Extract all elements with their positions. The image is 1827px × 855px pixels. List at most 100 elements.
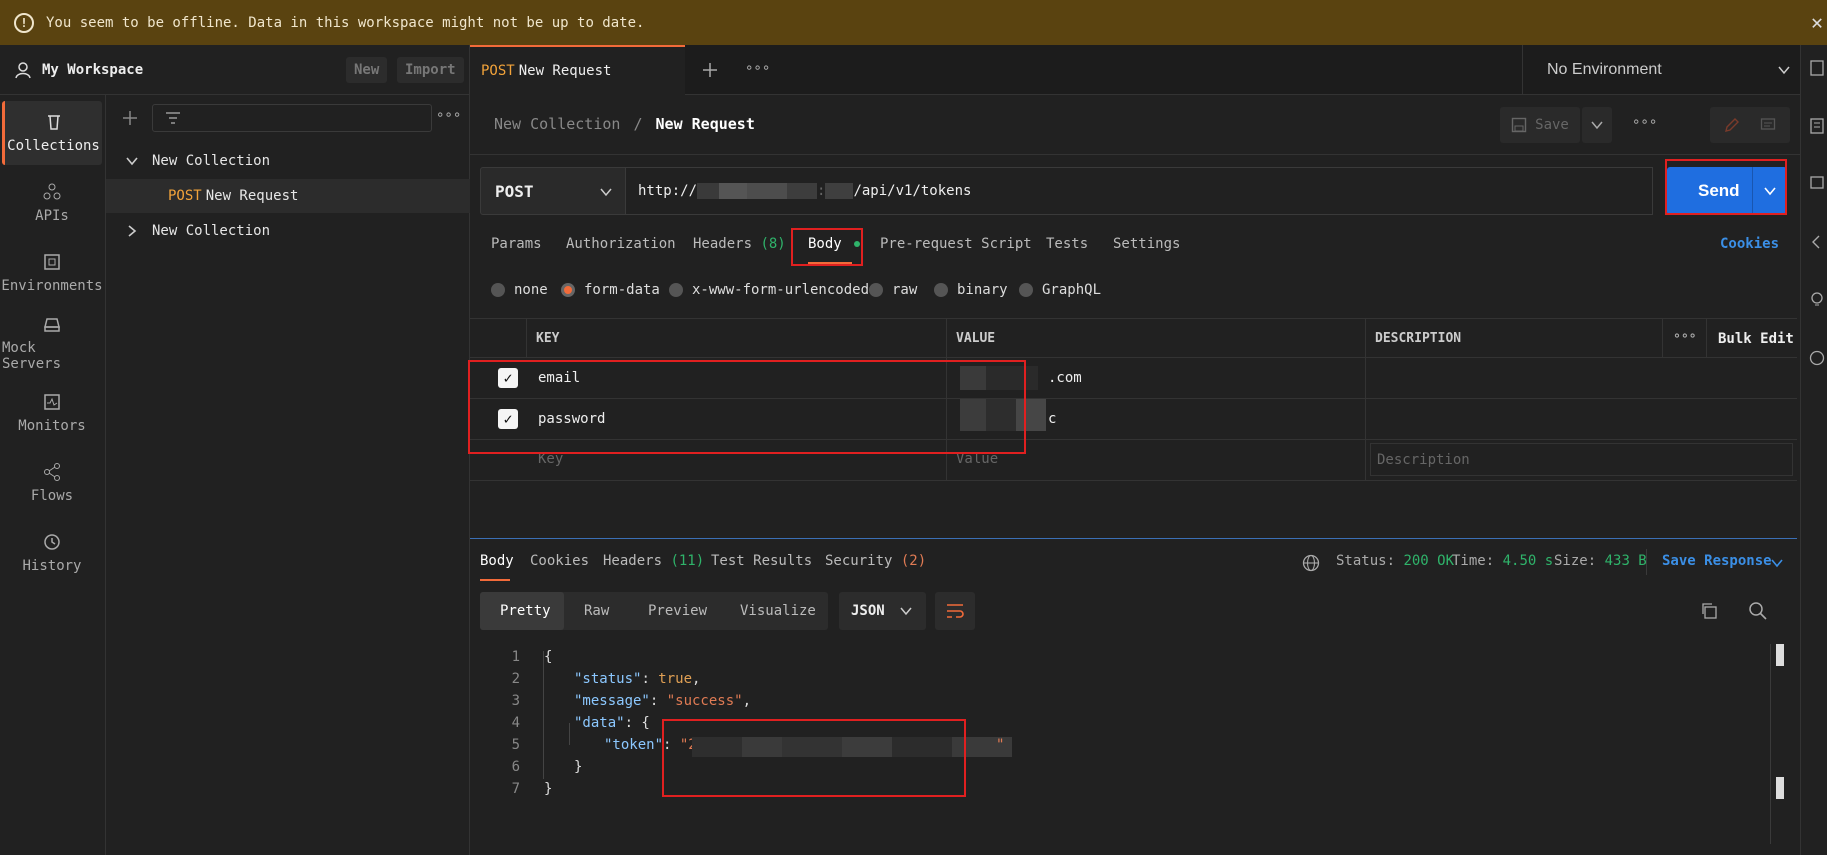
more-actions-icon[interactable]: ∘∘∘ [1632,114,1657,130]
tab-prerequest-script[interactable]: Pre-request Script [880,236,1032,252]
json-key: "token" [604,737,664,753]
save-options-button[interactable] [1582,107,1612,143]
tab-settings[interactable]: Settings [1113,236,1180,252]
info-panel-icon[interactable] [1809,117,1825,135]
rail-label: Collections [7,138,100,154]
search-icon[interactable] [1748,601,1768,621]
radio-label: form-data [584,282,660,298]
table-more-icon[interactable]: ∘∘∘ [1673,329,1696,344]
rail-apis[interactable]: APIs [2,171,102,235]
format-select[interactable]: JSON [839,592,926,630]
radio-binary[interactable]: binary [934,282,1008,298]
rail-history[interactable]: History [2,521,102,585]
new-button[interactable]: New [346,57,388,83]
info-icon[interactable] [1809,349,1825,367]
radio-graphql[interactable]: GraphQL [1019,282,1101,298]
response-code-editor[interactable]: 1 { 2 "status": true, 3 "message": "success… [470,643,1780,853]
close-icon[interactable]: ✕ [1811,10,1823,34]
chevron-down-icon[interactable] [1770,557,1784,569]
tree-collection[interactable]: New Collection [106,214,470,248]
plus-icon[interactable] [122,110,138,126]
response-tab-security[interactable]: Security (2) [825,553,926,569]
tab-tests[interactable]: Tests [1046,236,1088,252]
code-brace: } [574,759,583,775]
tab-authorization[interactable]: Authorization [566,236,676,252]
view-pretty[interactable]: Pretty [500,592,551,630]
rail-environments[interactable]: Environments [1,241,103,305]
cookies-link[interactable]: Cookies [1720,236,1779,252]
tab-headers[interactable]: Headers (8) [693,236,786,252]
new-tab-icon[interactable] [702,62,718,78]
globe-icon[interactable] [1302,554,1320,572]
rail-collections[interactable]: Collections [2,101,102,165]
filter-input[interactable] [152,104,432,132]
radio-x-www-form-urlencoded[interactable]: x-www-form-urlencoded [669,282,869,298]
history-icon [44,534,60,550]
redacted-host [787,183,818,199]
method-select[interactable]: POST [480,167,626,215]
environments-icon [44,254,60,270]
filter-icon [166,112,180,124]
radio-form-data[interactable]: form-data [561,282,660,298]
edit-toggle[interactable] [1710,107,1790,143]
import-button[interactable]: Import [397,57,464,83]
more-icon[interactable]: ∘∘∘ [436,107,461,123]
scrollbar-thumb[interactable] [1776,777,1784,799]
comments-icon[interactable] [1809,175,1825,193]
redacted-host [697,183,720,199]
radio-raw[interactable]: raw [869,282,917,298]
tab-new-request[interactable]: POST New Request [470,45,685,95]
column-value: VALUE [956,331,996,346]
code-snippet-icon[interactable] [1809,233,1825,251]
method-value: POST [495,181,534,201]
wrap-lines-button[interactable] [935,592,975,630]
bulk-edit-button[interactable]: Bulk Edit [1718,331,1794,347]
view-raw[interactable]: Raw [584,592,609,630]
monitor-icon [44,394,60,410]
save-response-button[interactable]: Save Response [1662,553,1772,569]
row-value[interactable]: .com [1048,370,1082,386]
radio-label: x-www-form-urlencoded [692,282,870,298]
editor-divider [1770,644,1771,844]
indent-guide [569,723,570,745]
json-key: "data" [574,715,625,731]
description-input[interactable]: Description [1370,443,1793,476]
breadcrumb-bar: New Collection / New Request Save ∘∘∘ [470,95,1800,155]
tab-method: POST [481,63,515,79]
rail-label: History [22,558,82,574]
radio-none[interactable]: none [491,282,548,298]
response-tab-test-results[interactable]: Test Results [711,553,812,569]
save-button[interactable]: Save [1500,107,1580,143]
rail-monitors[interactable]: Monitors [2,381,102,445]
response-panel: Body Cookies Headers (11) Test Results S… [470,538,1797,855]
tab-params[interactable]: Params [491,236,542,252]
response-tab-cookies[interactable]: Cookies [530,553,589,569]
row-value[interactable]: c [1048,411,1056,427]
line-number: 4 [511,715,520,731]
rail-mock-servers[interactable]: Mock Servers [2,311,102,375]
request-name: New Request [205,188,299,204]
tree-request[interactable]: POST New Request [106,179,470,213]
copy-icon[interactable] [1700,602,1718,620]
chevron-down-icon [1778,66,1790,75]
warning-icon: ! [14,12,34,33]
docs-icon[interactable] [1809,59,1825,77]
url-prefix: http:// [638,183,698,199]
column-divider [526,319,527,357]
response-tab-headers[interactable]: Headers (11) [603,553,704,569]
url-input[interactable]: http:// : /api/v1/tokens [626,167,1653,215]
view-preview[interactable]: Preview [648,592,707,630]
breadcrumb-parent[interactable]: New Collection [494,115,620,133]
rail-flows[interactable]: Flows [2,451,102,515]
lightbulb-icon[interactable] [1809,291,1825,309]
collections-sidebar: ∘∘∘ New Collection POST New Request New … [106,95,470,855]
response-status: Status: 200 OK [1336,553,1454,569]
radio-label: GraphQL [1042,282,1102,298]
response-tab-body[interactable]: Body [480,553,514,569]
scrollbar-thumb[interactable] [1776,644,1784,666]
view-visualize[interactable]: Visualize [740,592,816,630]
tree-collection[interactable]: New Collection [106,144,470,178]
tabs-more-icon[interactable]: ∘∘∘ [745,60,770,76]
environment-selector[interactable]: No Environment [1522,45,1822,95]
user-icon [15,61,31,78]
